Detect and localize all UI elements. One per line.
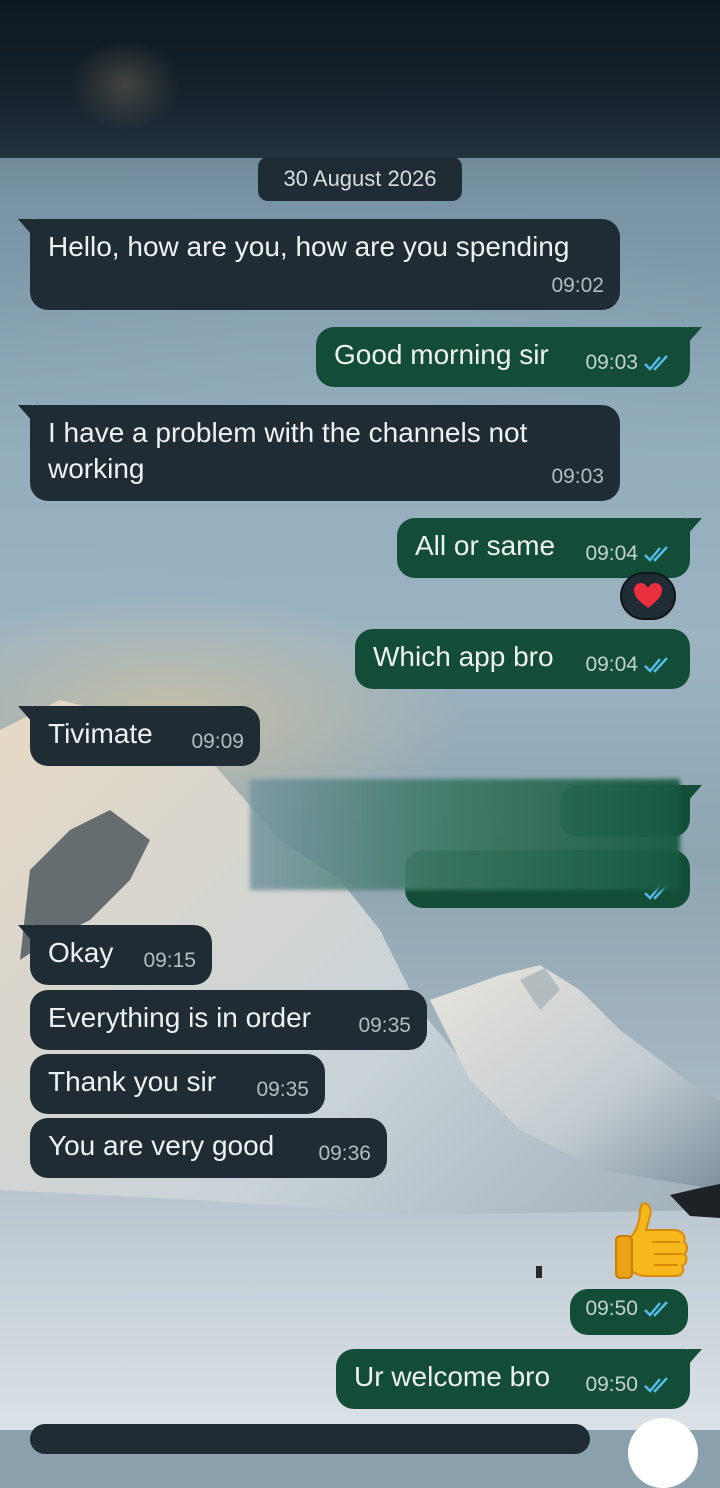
message-text-line: working xyxy=(48,453,145,484)
double-check-read-icon xyxy=(644,546,668,562)
sticker-timestamp: 09:50 xyxy=(570,1289,688,1335)
message-meta: 09:04 xyxy=(585,536,674,572)
message-meta: 09:03 xyxy=(585,345,674,381)
message-time: 09:36 xyxy=(318,1142,371,1165)
message-text: Thank you sir xyxy=(48,1066,217,1097)
message-text-line: I have a problem with the channels not xyxy=(48,417,528,448)
double-check-read-icon xyxy=(644,1377,668,1393)
message-text: Good morning sir xyxy=(334,339,549,370)
message-outgoing[interactable]: Which app bro 09:04 xyxy=(355,629,690,689)
message-outgoing[interactable]: Good morning sir 09:03 xyxy=(316,327,702,387)
message-outgoing[interactable]: Ur welcome bro 09:50 xyxy=(336,1349,702,1409)
heart-reaction[interactable] xyxy=(620,572,676,620)
message-time: 09:50 xyxy=(585,1297,638,1320)
double-check-read-icon xyxy=(644,1301,668,1317)
date-separator: 30 August 2026 xyxy=(258,157,462,201)
message-text: All or same xyxy=(415,530,556,561)
message-meta: 09:50 xyxy=(585,1367,674,1403)
message-time: 09:50 xyxy=(585,1373,638,1396)
double-check-read-icon xyxy=(644,657,668,673)
message-time: 09:35 xyxy=(358,1014,411,1037)
message-text: Okay xyxy=(48,937,114,968)
double-check-read-icon xyxy=(644,355,668,371)
blurred-header-area xyxy=(0,0,720,158)
message-time: 09:09 xyxy=(191,730,244,753)
message-incoming[interactable]: Everything is in order 09:35 xyxy=(30,990,427,1050)
message-outgoing[interactable]: All or same 09:04 xyxy=(397,518,702,578)
message-meta: 09:50 xyxy=(585,1291,674,1327)
message-meta: 09:04 xyxy=(585,647,674,683)
message-time: 09:35 xyxy=(256,1078,309,1101)
message-text: Everything is in order xyxy=(48,1002,312,1033)
message-incoming[interactable]: Okay 09:15 xyxy=(18,925,212,985)
message-time: 09:03 xyxy=(585,351,638,374)
red-heart-icon xyxy=(634,583,662,608)
redaction-blur xyxy=(250,779,680,890)
message-incoming[interactable]: You are very good 09:36 xyxy=(30,1118,387,1178)
message-incoming[interactable]: I have a problem with the channels not w… xyxy=(18,405,620,501)
message-time: 09:03 xyxy=(551,465,604,488)
message-incoming[interactable]: Thank you sir 09:35 xyxy=(30,1054,325,1114)
message-incoming[interactable]: Hello, how are you, how are you spending… xyxy=(18,219,620,310)
message-incoming[interactable]: Tivimate 09:09 xyxy=(18,706,260,766)
message-text: You are very good xyxy=(48,1130,275,1161)
scroll-down-button[interactable] xyxy=(628,1418,698,1488)
message-time: 09:04 xyxy=(585,542,638,565)
thumbs-up-sticker-icon[interactable] xyxy=(612,1198,692,1282)
message-text: Hello, how are you, how are you spending xyxy=(48,231,570,262)
message-time: 09:04 xyxy=(585,653,638,676)
message-text: Tivimate xyxy=(48,718,153,749)
message-incoming-partial[interactable] xyxy=(30,1424,590,1454)
message-text: Ur welcome bro xyxy=(354,1361,551,1392)
message-time: 09:02 xyxy=(551,274,604,297)
message-time: 09:15 xyxy=(143,949,196,972)
message-text: Which app bro xyxy=(373,641,554,672)
